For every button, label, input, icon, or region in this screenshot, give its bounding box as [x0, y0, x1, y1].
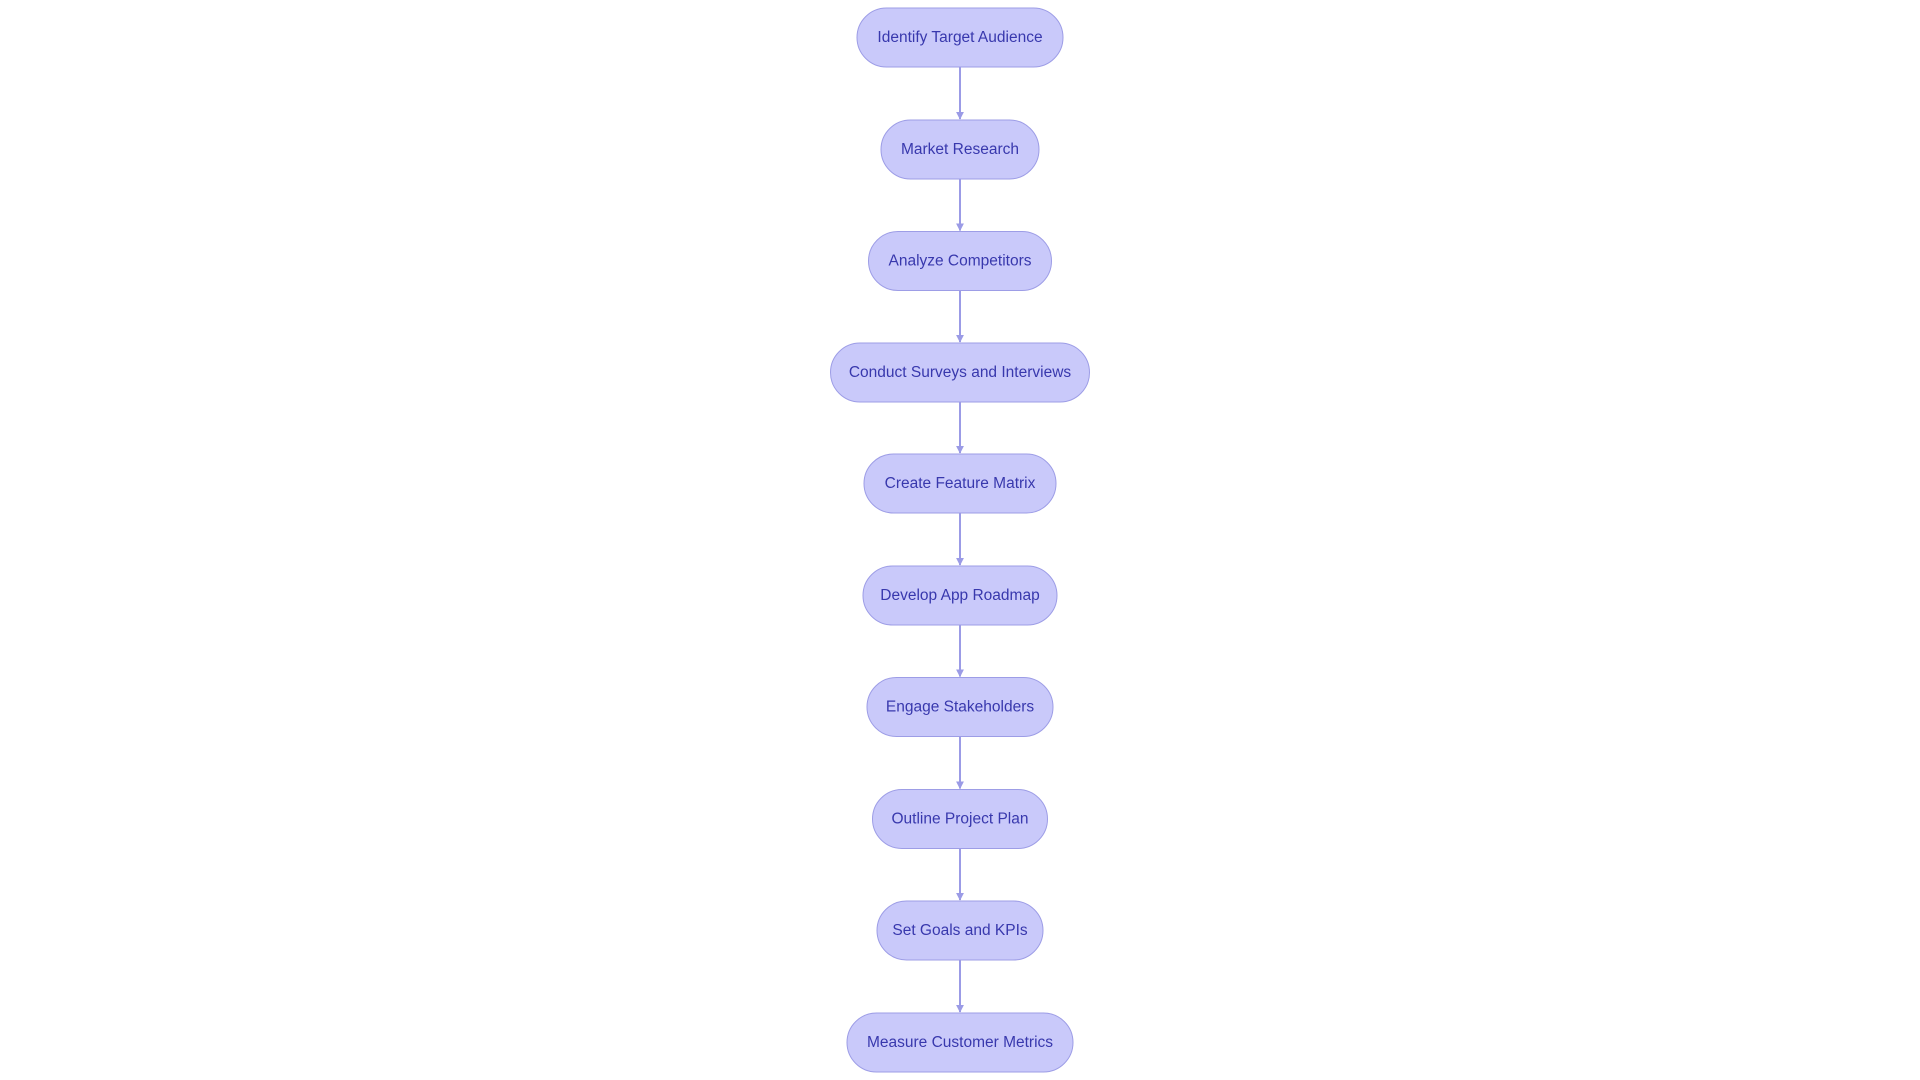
- flow-node: Set Goals and KPIs: [876, 900, 1044, 961]
- flow-node: Identify Target Audience: [856, 7, 1064, 68]
- node-label: Engage Stakeholders: [886, 699, 1034, 716]
- flow-node: Engage Stakeholders: [866, 677, 1054, 737]
- flow-node: Market Research: [880, 119, 1040, 180]
- node-label: Market Research: [901, 141, 1019, 158]
- flowchart: Identify Target Audience Market Research A…: [830, 7, 1090, 1073]
- node-label: Analyze Competitors: [888, 253, 1031, 270]
- node-label: Conduct Surveys and Interviews: [849, 364, 1072, 381]
- node-label: Identify Target Audience: [877, 29, 1042, 46]
- node-label: Create Feature Matrix: [885, 475, 1036, 492]
- node-label: Measure Customer Metrics: [867, 1034, 1053, 1051]
- flow-node: Develop App Roadmap: [862, 565, 1058, 626]
- node-label: Outline Project Plan: [892, 811, 1029, 828]
- node-label: Set Goals and KPIs: [892, 922, 1028, 939]
- flow-node: Conduct Surveys and Interviews: [830, 342, 1090, 403]
- flow-node: Measure Customer Metrics: [846, 1012, 1074, 1073]
- node-label: Develop App Roadmap: [880, 587, 1039, 604]
- flow-node: Outline Project Plan: [872, 789, 1048, 849]
- flow-node: Analyze Competitors: [868, 231, 1052, 291]
- flow-node: Create Feature Matrix: [863, 453, 1057, 514]
